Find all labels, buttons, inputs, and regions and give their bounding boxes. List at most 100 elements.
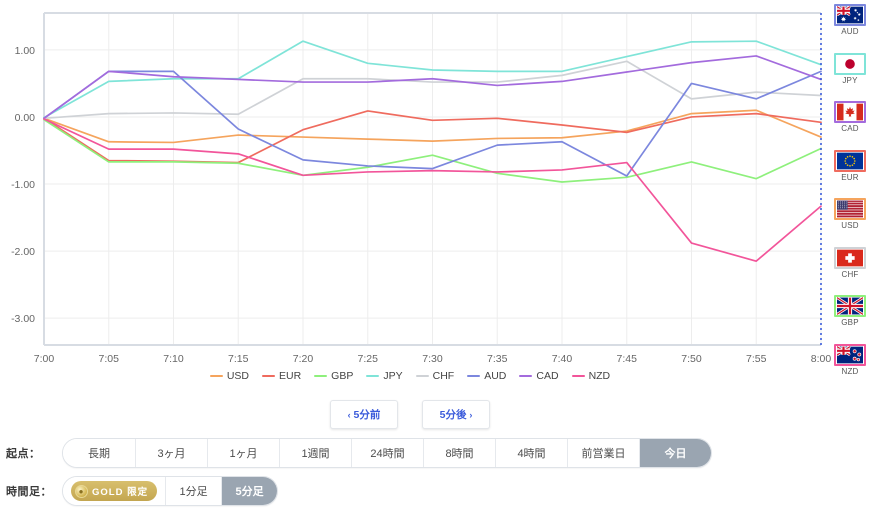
svg-text:7:05: 7:05 xyxy=(99,353,120,365)
origin-option-1週間[interactable]: 1週間 xyxy=(279,439,351,467)
next-5min-button[interactable]: 5分後 › xyxy=(422,400,490,429)
legend-item-jpy[interactable]: JPY xyxy=(366,370,403,382)
gold-coin-icon: ● xyxy=(75,484,88,498)
next-5min-label: 5分後 xyxy=(439,409,467,421)
origin-option-3ヶ月[interactable]: 3ヶ月 xyxy=(135,439,207,467)
legend-swatch-nzd-icon xyxy=(571,375,585,377)
origin-option-group: 長期 3ヶ月 1ヶ月 1週間 24時間 8時間 4時間 前営業日 今日 xyxy=(62,438,712,468)
timeframe-option-1分足[interactable]: 1分足 xyxy=(165,477,222,505)
pill-label: 1分足 xyxy=(179,486,208,498)
legend-label: CHF xyxy=(432,370,455,382)
legend-item-eur[interactable]: EUR xyxy=(262,370,301,382)
origin-option-8時間[interactable]: 8時間 xyxy=(423,439,495,467)
pill-label: 1ヶ月 xyxy=(229,448,258,460)
flag-toggle-gbp[interactable]: GBP xyxy=(828,295,872,327)
svg-text:7:25: 7:25 xyxy=(358,353,379,365)
legend-item-gbp[interactable]: GBP xyxy=(314,370,353,382)
svg-text:7:15: 7:15 xyxy=(228,353,249,365)
svg-text:1.00: 1.00 xyxy=(15,45,36,57)
svg-text:7:30: 7:30 xyxy=(422,353,443,365)
legend-swatch-jpy-icon xyxy=(366,375,380,377)
chevron-left-icon: ‹ xyxy=(347,410,351,420)
legend-label: AUD xyxy=(484,370,507,382)
svg-text:7:20: 7:20 xyxy=(293,353,314,365)
pill-label: 今日 xyxy=(664,448,687,460)
flag-eur-icon xyxy=(834,149,866,172)
svg-text:7:50: 7:50 xyxy=(681,353,702,365)
pill-label: 8時間 xyxy=(445,448,474,460)
flag-usd-icon xyxy=(834,198,866,221)
legend-label: JPY xyxy=(383,370,403,382)
flag-label: EUR xyxy=(841,172,859,182)
flag-toggle-jpy[interactable]: JPY xyxy=(828,52,872,85)
svg-text:7:55: 7:55 xyxy=(746,353,767,365)
origin-label: 起点： xyxy=(6,448,41,460)
flag-nzd-icon xyxy=(834,343,866,366)
pill-label: 4時間 xyxy=(517,448,546,460)
svg-text:7:35: 7:35 xyxy=(487,353,508,365)
svg-text:-1.00: -1.00 xyxy=(11,179,35,191)
flag-label: USD xyxy=(841,221,859,231)
flag-label: NZD xyxy=(841,366,859,376)
flag-label: CAD xyxy=(841,124,859,134)
legend-label: USD xyxy=(226,370,249,382)
origin-option-24時間[interactable]: 24時間 xyxy=(351,439,423,467)
flag-toggle-cad[interactable]: CAD xyxy=(828,101,872,133)
flag-label: GBP xyxy=(841,318,859,328)
chart-panel: 1.00 0.00 -1.00 -2.00 -3.00 7:00 7:05 7:10 7:15… xyxy=(0,0,874,392)
legend-swatch-usd-icon xyxy=(209,375,223,377)
legend-swatch-chf-icon xyxy=(415,375,429,377)
legend-item-usd[interactable]: USD xyxy=(209,370,249,382)
y-axis-tick-labels: 1.00 0.00 -1.00 -2.00 -3.00 xyxy=(11,45,35,325)
flag-label: AUD xyxy=(841,27,859,36)
x-axis-tick-labels: 7:00 7:05 7:10 7:15 7:20 7:25 7:30 7:35 7:40 7:45… xyxy=(34,353,832,365)
legend-label: NZD xyxy=(588,370,611,382)
flag-label: JPY xyxy=(842,75,858,85)
timeframe-option-5分足[interactable]: 5分足 xyxy=(221,477,278,505)
pill-label: 長期 xyxy=(88,448,110,460)
legend-item-chf[interactable]: CHF xyxy=(415,370,455,382)
flag-toggle-aud[interactable]: AUD xyxy=(828,4,872,36)
legend-item-nzd[interactable]: NZD xyxy=(571,370,611,382)
flag-jpy-icon xyxy=(834,52,866,75)
legend-swatch-eur-icon xyxy=(262,375,275,377)
svg-text:-2.00: -2.00 xyxy=(11,246,35,258)
legend-swatch-aud-icon xyxy=(467,375,481,377)
flag-toggle-usd[interactable]: USD xyxy=(828,198,872,230)
chart-navigation: ‹ 5分前 5分後 › xyxy=(0,400,820,429)
timeframe-control-row: 時間足： ● GOLD 限定 1分足 5分足 xyxy=(6,476,279,506)
legend-swatch-gbp-icon xyxy=(314,375,328,377)
legend-swatch-cad-icon xyxy=(519,375,533,377)
pill-label: 24時間 xyxy=(370,448,405,460)
flag-toggle-eur[interactable]: EUR xyxy=(828,149,872,182)
legend-item-cad[interactable]: CAD xyxy=(519,370,559,382)
flag-cad-icon xyxy=(834,101,866,124)
currency-flag-rail: AUD JPY CAD EUR USD CHF GBP NZD xyxy=(826,4,874,376)
svg-text:7:45: 7:45 xyxy=(617,353,638,365)
gold-badge-label: GOLD 限定 xyxy=(92,487,149,498)
gold-badge-inner: ● GOLD 限定 xyxy=(71,481,158,501)
origin-option-1ヶ月[interactable]: 1ヶ月 xyxy=(207,439,279,467)
flag-chf-icon xyxy=(834,246,866,269)
prev-5min-button[interactable]: ‹ 5分前 xyxy=(330,400,398,429)
timeframe-label: 時間足： xyxy=(6,486,52,498)
flag-label: CHF xyxy=(841,269,859,279)
svg-text:7:40: 7:40 xyxy=(552,353,573,365)
svg-text:-3.00: -3.00 xyxy=(11,313,35,325)
legend-item-aud[interactable]: AUD xyxy=(467,370,506,382)
line-chart[interactable]: 1.00 0.00 -1.00 -2.00 -3.00 7:00 7:05 7:10 7:15… xyxy=(0,0,874,392)
legend-label: EUR xyxy=(279,370,302,382)
flag-toggle-chf[interactable]: CHF xyxy=(828,246,872,279)
gold-limited-badge: ● GOLD 限定 xyxy=(63,477,166,505)
origin-option-長期[interactable]: 長期 xyxy=(63,439,135,467)
timeframe-option-group: ● GOLD 限定 1分足 5分足 xyxy=(62,476,279,506)
pill-label: 前営業日 xyxy=(581,448,626,460)
flag-toggle-nzd[interactable]: NZD xyxy=(828,343,872,376)
currency-strength-meter-page: 1.00 0.00 -1.00 -2.00 -3.00 7:00 7:05 7:10 7:15… xyxy=(0,0,874,515)
prev-5min-label: 5分前 xyxy=(353,409,381,421)
flag-gbp-icon xyxy=(834,295,866,318)
origin-option-4時間[interactable]: 4時間 xyxy=(495,439,567,467)
svg-text:7:10: 7:10 xyxy=(163,353,184,365)
origin-option-今日[interactable]: 今日 xyxy=(639,439,711,467)
origin-option-前営業日[interactable]: 前営業日 xyxy=(567,439,639,467)
